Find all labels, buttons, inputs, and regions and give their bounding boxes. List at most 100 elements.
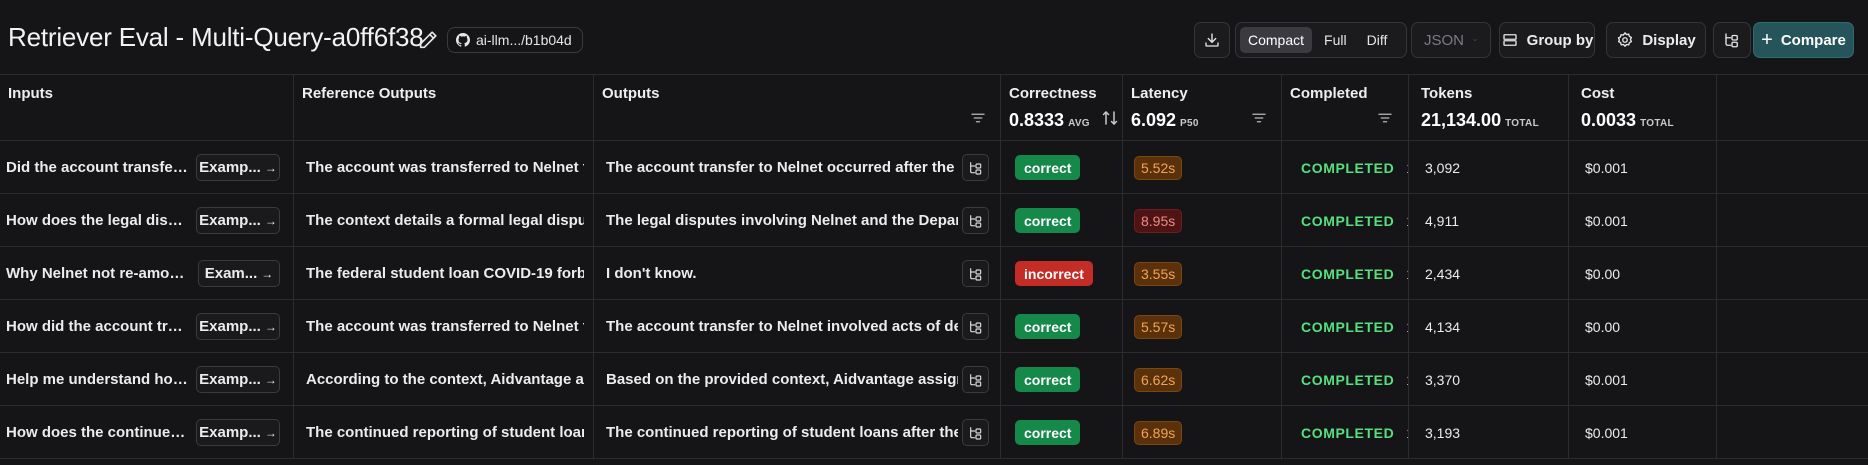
trace-tree-button[interactable] [1713,22,1751,58]
table-row[interactable]: Did the account transfer from Aidvantage… [0,141,1868,194]
column-header-correctness[interactable]: Correctness 0.8333 AVG [1001,75,1123,141]
status-badge: COMPLETED [1301,371,1395,388]
tokens-value: 3,370 [1425,371,1461,388]
arrow-right-icon: → [264,160,277,175]
correctness-cell: correct [1001,300,1123,353]
latency-cell: 5.57s [1123,300,1282,353]
example-button[interactable]: Examp... → [196,207,280,234]
cost-cell: $0.001 [1569,353,1717,406]
status-badge: COMPLETED [1301,212,1395,229]
total-label: TOTAL [1640,118,1674,129]
format-select-value: JSON [1424,31,1465,49]
reference-text: The context details a formal legal dispu… [306,212,584,229]
trace-button[interactable] [962,419,989,446]
trace-button[interactable] [962,260,989,287]
cost-cell: $0.00 [1569,247,1717,300]
cost-value: $0.001 [1585,159,1628,176]
example-label: Examp... [199,212,261,229]
cost-value: $0.001 [1585,212,1628,229]
example-button[interactable]: Examp... → [196,419,280,446]
latency-badge: 6.89s [1134,420,1183,445]
latency-cell: 8.95s [1123,194,1282,247]
trace-button[interactable] [962,313,989,340]
repo-chip[interactable]: ai-llm.../b1b04d [447,27,583,53]
cost-value: $0.001 [1585,371,1628,388]
group-by-button[interactable]: Group by [1499,22,1595,58]
example-button[interactable]: Examp... → [196,313,280,340]
latency-badge: 3.55s [1134,261,1183,286]
example-label: Examp... [199,318,261,335]
tokens-cell: 3,092 [1409,141,1569,194]
input-cell: Did the account transfer from Aidvantage… [0,141,294,194]
column-header-latency[interactable]: Latency 6.092 P50 [1123,75,1282,141]
table-row[interactable]: Why Nelnet not re-amortize the loans Exa… [0,247,1868,300]
view-diff-button[interactable]: Diff [1359,27,1396,53]
table-row[interactable]: Help me understand how Aidvantage assign… [0,353,1868,406]
rows-icon [1502,34,1517,46]
reference-cell: The continued reporting of student loans [294,406,594,459]
status-badge: COMPLETED [1301,318,1395,335]
view-compact-button[interactable]: Compact [1240,27,1313,53]
tokens-total: 21,134.00 [1421,110,1502,130]
table-row[interactable]: How does the continued reporting affect … [0,406,1868,459]
column-header-tokens[interactable]: Tokens 21,134.00 TOTAL [1413,75,1569,141]
display-button[interactable]: Display [1606,22,1706,58]
output-text: The account transfer to Nelnet involved … [606,318,958,335]
reference-cell: According to the context, Aidvantage ass… [294,353,594,406]
pencil-icon[interactable] [417,29,439,51]
tree-icon [969,373,981,387]
tree-icon [969,320,981,334]
input-cell: How does the continued reporting affect … [0,406,294,459]
input-text: How did the account transfer happen [6,318,188,335]
filter-icon[interactable] [1376,109,1394,127]
output-cell: The account transfer to Nelnet involved … [594,300,1001,353]
status-badge: COMPLETED [1301,159,1395,176]
example-button[interactable]: Examp... → [196,154,280,181]
table-header: Inputs Reference Outputs Outputs Correct… [0,75,1868,141]
filter-icon[interactable] [969,109,987,127]
trace-button[interactable] [962,207,989,234]
correctness-cell: correct [1001,406,1123,459]
trace-button[interactable] [962,154,989,181]
compare-label: Compare [1780,31,1846,49]
input-text: How does the legal dispute between Nelne… [6,212,188,229]
sort-icon[interactable] [1102,109,1118,127]
completed-cell: COMPLETED 1 [1282,353,1409,406]
format-select[interactable]: JSON [1411,22,1491,58]
trace-button[interactable] [962,366,989,393]
correctness-avg: 0.8333 [1009,110,1065,130]
view-mode-toggle: Compact Full Diff [1235,22,1407,58]
latency-badge: 5.57s [1134,314,1183,339]
table-row[interactable]: How does the legal dispute between Nelne… [0,194,1868,247]
cost-value: $0.00 [1585,318,1621,335]
example-button[interactable]: Exam... → [198,260,280,287]
correctness-cell: correct [1001,194,1123,247]
compare-button[interactable]: + Compare [1753,22,1854,58]
total-label: TOTAL [1505,118,1539,129]
column-label: Inputs [8,85,53,102]
output-text: The continued reporting of student loans… [606,424,958,441]
cost-cell: $0.001 [1569,141,1717,194]
example-button[interactable]: Examp... → [196,366,280,393]
download-button[interactable] [1194,22,1230,58]
correctness-badge: correct [1015,420,1081,445]
view-full-button[interactable]: Full [1316,27,1355,53]
tokens-cell: 4,911 [1409,194,1569,247]
table-row[interactable]: How did the account transfer happen Exam… [0,300,1868,353]
repo-chip-label: ai-llm.../b1b04d [476,32,572,48]
input-cell: How did the account transfer happen Exam… [0,300,294,353]
column-header-reference[interactable]: Reference Outputs [294,75,594,141]
column-header-outputs[interactable]: Outputs [594,75,1001,141]
column-header-completed[interactable]: Completed [1282,75,1409,141]
page-title: Retriever Eval - Multi-Query-a0ff6f38 [8,22,424,52]
reference-cell: The context details a formal legal dispu… [294,194,594,247]
group-by-label: Group by [1526,31,1594,49]
experiment-table: Inputs Reference Outputs Outputs Correct… [0,74,1868,465]
column-header-cost[interactable]: Cost 0.0033 TOTAL [1573,75,1717,141]
input-text: Did the account transfer from Aidvantage… [6,159,188,176]
tokens-cell: 3,370 [1409,353,1569,406]
column-header-inputs[interactable]: Inputs [0,75,294,141]
completed-cell: COMPLETED 1 [1282,194,1409,247]
column-label: Outputs [602,85,660,102]
filter-icon[interactable] [1250,109,1268,127]
